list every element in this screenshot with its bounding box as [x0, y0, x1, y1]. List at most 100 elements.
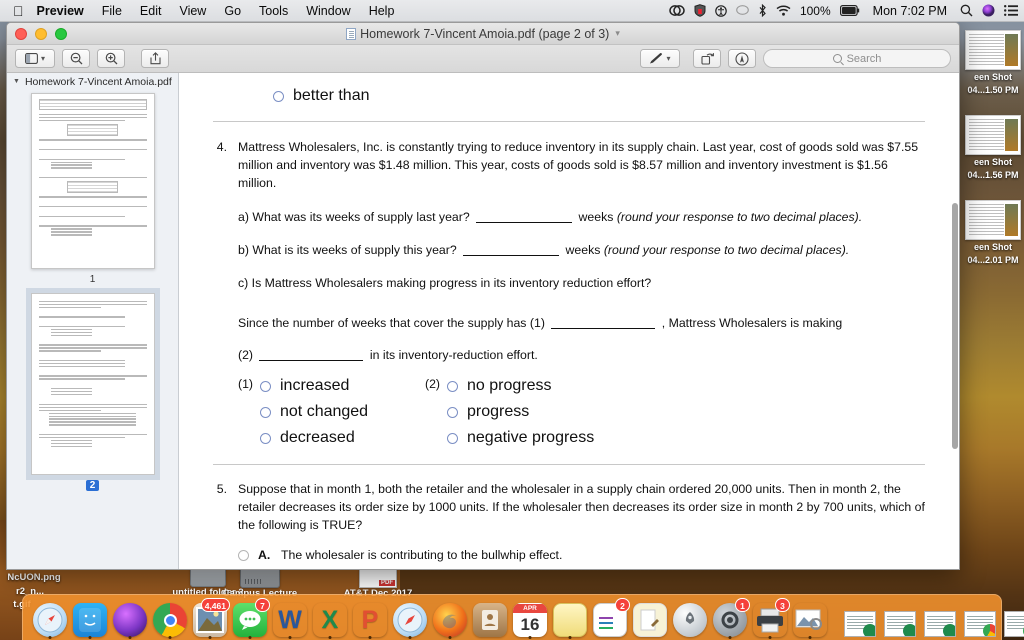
running-indicator [208, 636, 212, 639]
menu-item-preview[interactable]: Preview [35, 0, 93, 22]
dock-item-safari-2[interactable] [391, 599, 429, 639]
sidebar-icon [25, 53, 38, 64]
disclosure-triangle-icon[interactable]: ▼ [13, 78, 20, 85]
notification-center-icon[interactable] [1004, 5, 1018, 16]
document-scrollbar[interactable] [952, 75, 958, 567]
accessibility-icon[interactable] [715, 4, 727, 17]
group-2-options: no progress progress negative progress [447, 377, 594, 447]
dock-item-finder[interactable] [71, 599, 109, 639]
sidebar-header[interactable]: ▼ Homework 7-Vincent Amoia.pdf [7, 73, 178, 90]
dock-minimized-excel-1[interactable] [841, 599, 879, 637]
search-input[interactable]: Search [763, 49, 951, 68]
radio-button[interactable] [260, 380, 271, 392]
dock-item-notes[interactable] [551, 599, 589, 639]
sidebar-page-list[interactable]: 1 2 [7, 90, 178, 569]
rotate-button[interactable] [693, 49, 721, 68]
radio-button[interactable] [238, 549, 249, 561]
sidebar-page-thumbnail-2[interactable]: 2 [7, 293, 178, 493]
menu-item-help[interactable]: Help [360, 0, 404, 22]
siri-icon[interactable] [982, 4, 995, 17]
battery-icon[interactable] [839, 5, 860, 16]
page-number-label: 2 [85, 479, 100, 491]
menu-item-window[interactable]: Window [297, 0, 359, 22]
creative-cloud-icon[interactable] [669, 5, 685, 16]
bluetooth-icon[interactable] [758, 4, 767, 17]
dock-item-excel[interactable]: X [311, 599, 349, 639]
dock-item-siri[interactable] [111, 599, 149, 639]
option-negative-progress[interactable]: negative progress [447, 429, 594, 447]
desktop-file-screenshot[interactable]: een Shot 04...2.01 PM [962, 200, 1024, 266]
option-progress[interactable]: progress [447, 403, 594, 421]
answer-blank-a[interactable] [476, 210, 573, 223]
annotate-button[interactable] [728, 49, 756, 68]
rotate-icon [700, 53, 714, 65]
thumbnail-sidebar: ▼ Homework 7-Vincent Amoia.pdf 1 2 [7, 73, 179, 569]
option-increased[interactable]: increased [260, 377, 425, 395]
desktop-file-screenshot[interactable]: een Shot 04...1.50 PM [962, 30, 1024, 96]
dock-item-launchpad[interactable] [671, 599, 709, 637]
dock-item-reminders[interactable]: 2 [591, 598, 630, 637]
dock-item-stickies[interactable] [631, 599, 669, 637]
menu-item-view[interactable]: View [170, 0, 215, 22]
contacts-icon [482, 610, 498, 630]
sidebar-page-thumbnail-1[interactable]: 1 [7, 93, 178, 287]
wifi-icon[interactable] [776, 5, 791, 16]
dock-minimized-chrome-2[interactable] [1001, 599, 1024, 637]
file-label-line1: een Shot [973, 242, 1012, 252]
scrollbar-thumb[interactable] [952, 202, 958, 449]
share-button[interactable] [141, 49, 169, 68]
carryover-option-better-than[interactable]: better than [273, 87, 925, 105]
dock-item-printer[interactable]: 3 [751, 598, 790, 639]
shield-icon[interactable] [694, 4, 706, 17]
spotlight-search-icon[interactable] [960, 4, 973, 17]
dock-item-preview[interactable] [791, 599, 829, 639]
running-indicator [368, 636, 372, 639]
answer-blank-1[interactable] [551, 316, 656, 329]
title-chevron-down-icon[interactable]: ▾ [615, 28, 620, 39]
radio-button[interactable] [260, 432, 271, 444]
dock-minimized-excel-3[interactable] [921, 599, 959, 637]
radio-button[interactable] [273, 90, 284, 102]
dock-item-chrome[interactable] [151, 599, 189, 639]
radio-button[interactable] [447, 406, 458, 418]
radio-button[interactable] [260, 406, 271, 418]
zoom-out-button[interactable] [62, 49, 90, 68]
radio-button[interactable] [447, 380, 458, 392]
markup-tools-button[interactable]: ▾ [640, 49, 680, 68]
window-title-bar[interactable]: Homework 7-Vincent Amoia.pdf (page 2 of … [7, 23, 959, 45]
menu-item-tools[interactable]: Tools [250, 0, 297, 22]
battery-percentage-label[interactable]: 100% [800, 5, 831, 17]
zoom-in-button[interactable] [97, 49, 125, 68]
option-decreased[interactable]: decreased [260, 429, 425, 447]
sidebar-toggle-button[interactable]: ▾ [15, 49, 55, 68]
dock-item-firefox[interactable] [431, 599, 469, 639]
dock-item-system-preferences[interactable]: 1 [711, 598, 750, 639]
answer-blank-b[interactable] [463, 243, 560, 256]
dock-minimized-chrome-1[interactable] [961, 599, 999, 637]
dock-item-contacts[interactable] [471, 599, 509, 637]
answer-blank-2[interactable] [259, 348, 364, 361]
dock-item-messages[interactable]: 7 [231, 598, 270, 639]
menu-bar-clock[interactable]: Mon 7:02 PM [869, 4, 951, 18]
dock-item-photos[interactable]: 4,461 [191, 598, 230, 639]
dock-item-calendar[interactable]: APR 16 [511, 599, 549, 639]
choice-a[interactable]: A. The wholesaler is contributing to the… [238, 548, 925, 562]
document-view[interactable]: better than 4. Mattress Wholesalers, Inc… [179, 73, 959, 569]
part-b-prompt: b) What is its weeks of supply this year… [238, 243, 457, 257]
dock-item-word[interactable]: W [271, 599, 309, 639]
dock-minimized-excel-2[interactable] [881, 599, 919, 637]
part-a-note: (round your response to two decimal plac… [616, 210, 863, 224]
chat-bubble-icon[interactable] [736, 5, 749, 16]
minimized-window-thumbnail [964, 611, 996, 637]
option-not-changed[interactable]: not changed [260, 403, 425, 421]
desktop-file-screenshot[interactable]: een Shot 04...1.56 PM [962, 115, 1024, 181]
menu-item-file[interactable]: File [93, 0, 131, 22]
radio-button[interactable] [447, 432, 458, 444]
menu-item-go[interactable]: Go [215, 0, 250, 22]
apple-menu-icon[interactable]:  [0, 4, 35, 18]
option-no-progress[interactable]: no progress [447, 377, 594, 395]
dock-item-powerpoint[interactable]: P [351, 599, 389, 639]
dock-item-safari[interactable] [31, 599, 69, 639]
menu-item-edit[interactable]: Edit [131, 0, 171, 22]
desktop-file-ncuon[interactable]: NcUON.png [2, 572, 66, 583]
